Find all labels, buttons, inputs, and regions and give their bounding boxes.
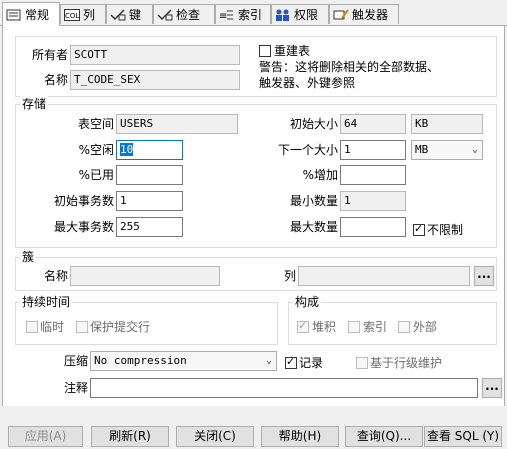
rebuild-checkbox[interactable]	[259, 45, 271, 57]
next-label: 下一个大小	[277, 143, 338, 157]
pctfree-label: %空闲	[78, 143, 114, 157]
initrans-label: 初始事务数	[53, 194, 114, 208]
tab-checks[interactable]: 检查	[153, 4, 215, 24]
pctused-label: %已用	[78, 168, 114, 182]
tablespace-field: USERS	[116, 114, 238, 134]
index-org-checkbox[interactable]	[348, 321, 360, 333]
heap-label: 堆积	[312, 320, 337, 334]
storage-legend: 存储	[20, 96, 49, 112]
next-unit-value: MB	[415, 143, 429, 156]
initial-field: 64	[340, 114, 406, 134]
comment-browse-button[interactable]: ...	[482, 378, 502, 398]
tab-label: 索引	[238, 8, 263, 22]
index-org-label: 索引	[363, 320, 388, 334]
temporary-checkbox[interactable]	[26, 321, 38, 333]
pctused-input[interactable]	[116, 165, 183, 185]
owner-label: 所有者	[31, 48, 68, 62]
pctfree-value: 10	[120, 143, 134, 156]
tab-triggers[interactable]: 触发器	[329, 4, 399, 24]
pctincrease-input[interactable]	[340, 165, 406, 185]
view-sql-button[interactable]: 查看 SQL (Y)	[424, 426, 502, 447]
heap-checkbox[interactable]	[297, 319, 309, 333]
pctfree-input[interactable]: 10	[116, 140, 183, 160]
check-icon	[157, 8, 173, 21]
minextents-field: 1	[340, 191, 406, 211]
tab-label: 键	[129, 8, 142, 22]
cluster-columns-field	[298, 266, 470, 286]
apply-button[interactable]: 应用(A)	[8, 426, 83, 447]
initial-unit-field: KB	[411, 114, 483, 134]
next-unit-select[interactable]: MB ⌄	[411, 140, 483, 160]
comment-input[interactable]	[90, 378, 478, 398]
tab-bar: 常规 COL 列 键 检查 ≡ 索引 权限 触发器	[0, 0, 507, 26]
tab-label: 常规	[25, 8, 50, 22]
preserve-rows-checkbox[interactable]	[76, 321, 88, 333]
initrans-input[interactable]: 1	[116, 191, 183, 211]
external-label: 外部	[413, 320, 438, 334]
minextents-label: 最小数量	[289, 194, 338, 208]
comment-label: 注释	[63, 381, 88, 395]
name-field: T_CODE_SEX	[70, 70, 240, 90]
cluster-name-label: 名称	[43, 269, 68, 283]
rowlevel-label: 基于行级维护	[370, 356, 443, 370]
logging-checkbox[interactable]	[285, 355, 297, 369]
warning-line2: 触发器、外键参照	[259, 76, 356, 90]
general-icon	[6, 9, 22, 21]
tab-general[interactable]: 常规	[2, 2, 60, 26]
cluster-columns-browse-button[interactable]: ...	[474, 266, 494, 286]
tab-columns[interactable]: COL 列	[60, 4, 106, 24]
tablespace-label: 表空间	[77, 117, 114, 131]
pctincrease-label: %增加	[302, 168, 338, 182]
maxextents-label: 最大数量	[289, 220, 338, 234]
svg-text:≡: ≡	[219, 11, 227, 21]
privileges-icon	[275, 9, 291, 21]
duration-legend: 持续时间	[20, 294, 73, 310]
compress-value: No compression	[94, 354, 187, 367]
unlimited-checkbox[interactable]	[413, 222, 425, 236]
owner-field: SCOTT	[70, 45, 240, 65]
key-icon	[110, 8, 126, 21]
tab-privileges[interactable]: 权限	[271, 4, 329, 24]
refresh-button[interactable]: 刷新(R)	[91, 426, 169, 447]
name-label: 名称	[43, 73, 68, 87]
chevron-down-icon: ⌄	[265, 355, 272, 366]
maxtrans-label: 最大事务数	[53, 220, 114, 234]
organization-legend: 构成	[293, 294, 322, 310]
svg-text:COL: COL	[65, 12, 79, 20]
preserve-rows-label: 保护提交行	[90, 320, 151, 334]
compress-label: 压缩	[63, 354, 88, 368]
maxtrans-input[interactable]: 255	[116, 217, 183, 237]
unlimited-label: 不限制	[427, 223, 464, 237]
external-checkbox[interactable]	[398, 321, 410, 333]
chevron-down-icon: ⌄	[471, 144, 478, 155]
temporary-label: 临时	[40, 320, 65, 334]
tab-label: 权限	[294, 8, 319, 22]
help-button[interactable]: 帮助(H)	[261, 426, 339, 447]
columns-icon: COL	[64, 8, 80, 21]
cluster-legend: 簇	[20, 249, 37, 265]
close-button[interactable]: 关闭(C)	[176, 426, 254, 447]
compress-select[interactable]: No compression ⌄	[90, 351, 277, 371]
maxextents-input[interactable]	[340, 217, 406, 237]
logging-label: 记录	[299, 356, 324, 370]
query-button[interactable]: 查询(Q)...	[345, 426, 423, 447]
tab-keys[interactable]: 键	[106, 4, 153, 24]
rowlevel-checkbox[interactable]	[356, 357, 368, 369]
cluster-name-field	[70, 266, 220, 286]
tab-label: 触发器	[352, 8, 389, 22]
tab-label: 列	[83, 8, 96, 22]
trigger-icon	[333, 8, 349, 21]
index-icon: ≡	[219, 9, 235, 22]
cluster-columns-label: 列	[283, 269, 296, 283]
warning-line1: 警告：这将删除相关的全部数据、	[259, 60, 440, 74]
initial-label: 初始大小	[289, 117, 338, 131]
next-input[interactable]: 1	[340, 140, 406, 160]
tab-label: 检查	[176, 8, 201, 22]
rebuild-label: 重建表	[274, 44, 311, 58]
tab-indexes[interactable]: ≡ 索引	[215, 4, 271, 24]
